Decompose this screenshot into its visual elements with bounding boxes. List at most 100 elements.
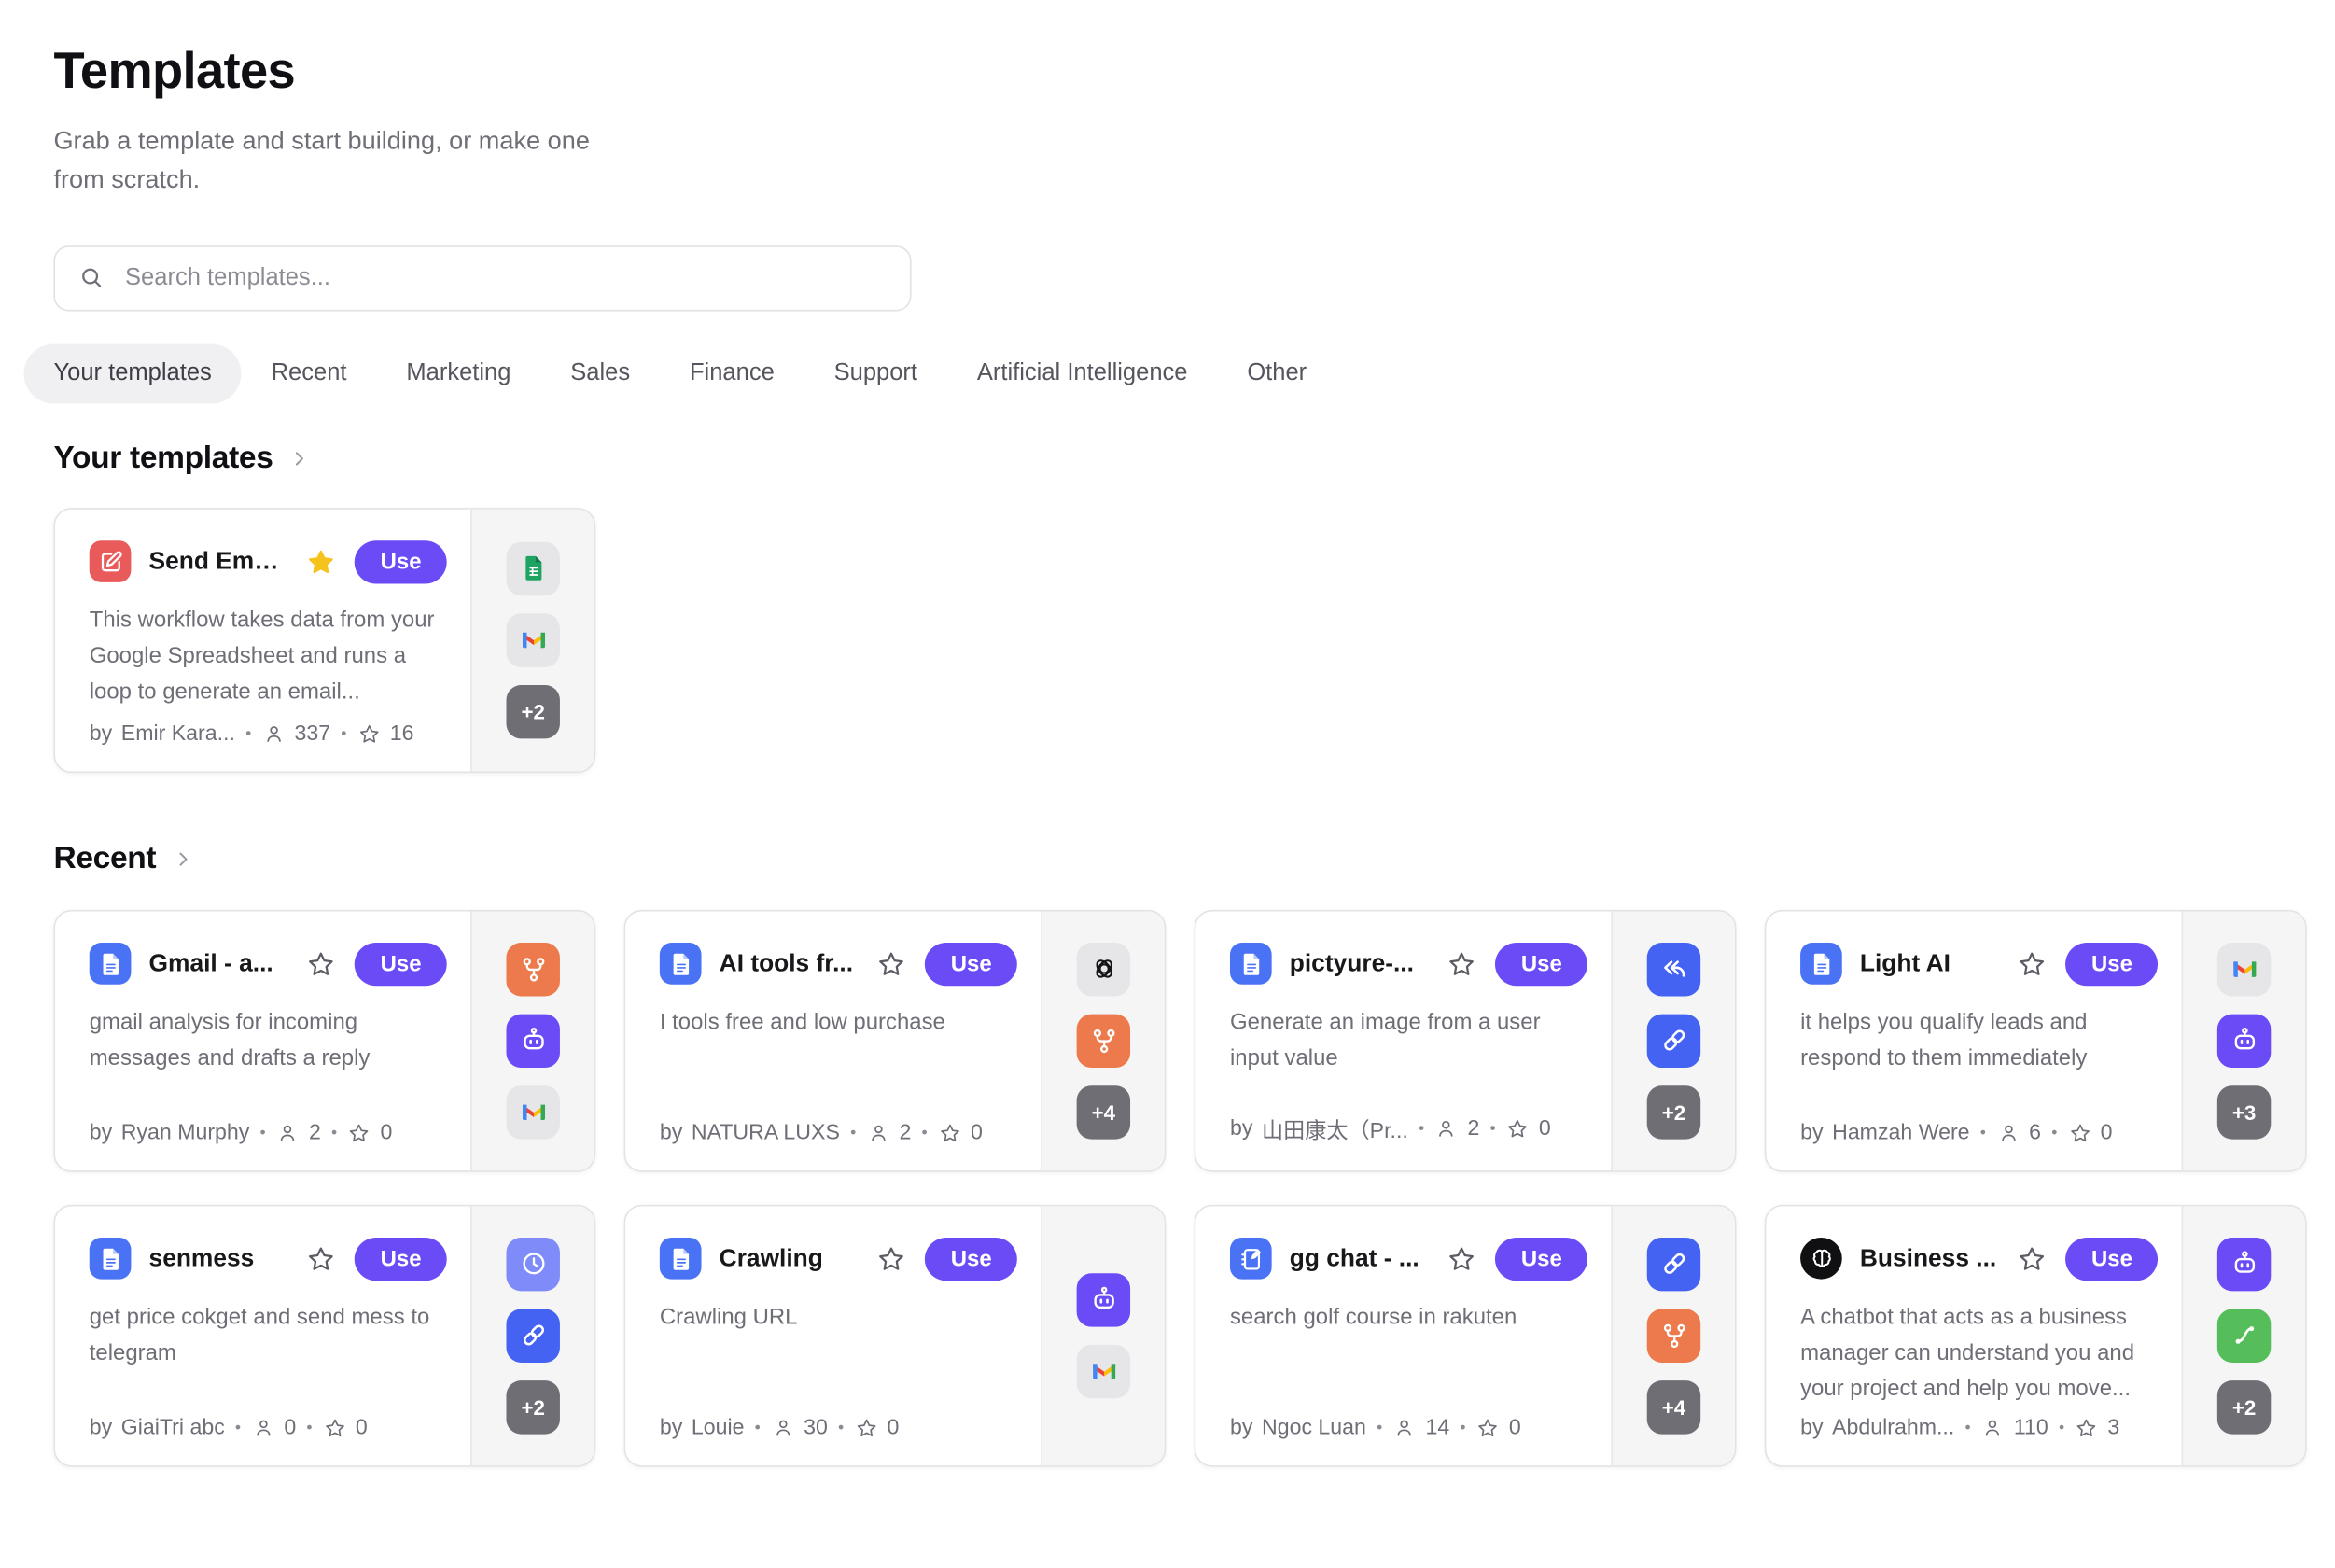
stars-count: 0 bbox=[356, 1416, 368, 1440]
compose-icon bbox=[90, 541, 132, 583]
favorite-star-button[interactable] bbox=[306, 1243, 338, 1275]
star-outline-icon bbox=[347, 1121, 371, 1145]
more-nodes-badge: +3 bbox=[2217, 1085, 2271, 1139]
star-outline-icon bbox=[1447, 1243, 1478, 1275]
tab-marketing[interactable]: Marketing bbox=[406, 360, 510, 387]
card-title: Crawling bbox=[720, 1244, 868, 1272]
search-input[interactable] bbox=[122, 263, 888, 293]
card-footer: by Emir Kara... • 337 • 16 bbox=[90, 721, 447, 746]
favorite-star-button[interactable] bbox=[306, 948, 338, 980]
dot-separator: • bbox=[305, 1419, 314, 1436]
use-button[interactable]: Use bbox=[356, 1237, 447, 1280]
users-icon bbox=[1392, 1416, 1417, 1440]
template-card[interactable]: senmess Use get price cokget and send me… bbox=[53, 1204, 595, 1466]
by-label: by bbox=[1800, 1121, 1823, 1145]
card-title: senmess bbox=[149, 1244, 298, 1272]
dot-separator: • bbox=[244, 725, 252, 743]
by-label: by bbox=[90, 1121, 112, 1145]
card-author: Emir Kara... bbox=[121, 721, 235, 746]
card-author: Louie bbox=[692, 1416, 745, 1440]
tab-other[interactable]: Other bbox=[1247, 360, 1307, 387]
star-outline-icon bbox=[1506, 1117, 1531, 1141]
favorite-star-button[interactable] bbox=[1447, 948, 1478, 980]
ai-agent-icon bbox=[2217, 1014, 2271, 1067]
card-title: Light AI bbox=[1860, 949, 2008, 977]
recent-section-header[interactable]: Recent bbox=[53, 841, 2334, 876]
favorite-star-button[interactable] bbox=[876, 1243, 908, 1275]
ai-agent-icon bbox=[507, 1014, 560, 1067]
by-label: by bbox=[1230, 1416, 1252, 1440]
users-icon bbox=[771, 1416, 795, 1440]
route-icon bbox=[2217, 1309, 2271, 1362]
template-card[interactable]: gg chat - ... Use search golf course in … bbox=[1195, 1204, 1737, 1466]
use-button[interactable]: Use bbox=[926, 1237, 1017, 1280]
users-icon bbox=[1996, 1121, 2020, 1145]
tab-recent[interactable]: Recent bbox=[272, 360, 347, 387]
node-icons-strip bbox=[1041, 1206, 1164, 1465]
card-author: 山田康太（Pr... bbox=[1262, 1113, 1408, 1145]
use-button[interactable]: Use bbox=[1496, 943, 1587, 986]
card-description: search golf course in rakuten bbox=[1230, 1299, 1587, 1335]
schedule-trigger-icon bbox=[507, 1237, 560, 1290]
favorite-star-button[interactable] bbox=[2017, 948, 2048, 980]
use-button[interactable]: Use bbox=[2066, 943, 2158, 986]
tab-your-templates[interactable]: Your templates bbox=[24, 343, 242, 403]
use-button[interactable]: Use bbox=[1496, 1237, 1587, 1280]
gmail-icon bbox=[1077, 1344, 1130, 1397]
card-title: pictyure-... bbox=[1290, 949, 1438, 977]
webhook-icon bbox=[1647, 1237, 1700, 1290]
users-icon bbox=[276, 1121, 301, 1145]
template-card[interactable]: pictyure-... Use Generate an image from … bbox=[1195, 909, 1737, 1171]
dot-separator: • bbox=[329, 1124, 338, 1141]
card-description: Crawling URL bbox=[660, 1299, 1017, 1335]
template-card[interactable]: Crawling Use Crawling URL by Louie • 30 … bbox=[624, 1204, 1167, 1466]
more-nodes-badge: +4 bbox=[1647, 1380, 1700, 1434]
card-title: Business ... bbox=[1860, 1244, 2008, 1272]
template-card[interactable]: Send Ema... Use This workflow takes data… bbox=[53, 508, 595, 773]
users-count: 2 bbox=[1467, 1117, 1479, 1141]
use-button[interactable]: Use bbox=[2066, 1237, 2158, 1280]
tab-finance[interactable]: Finance bbox=[690, 360, 775, 387]
template-card[interactable]: Business ... Use A chatbot that acts as … bbox=[1765, 1204, 2307, 1466]
card-title: Gmail - a... bbox=[149, 949, 298, 977]
card-footer: by NATURA LUXS • 2 • 0 bbox=[660, 1121, 1017, 1145]
use-button[interactable]: Use bbox=[356, 943, 447, 986]
favorite-star-button[interactable] bbox=[2017, 1243, 2048, 1275]
google-sheets-icon bbox=[507, 541, 560, 595]
dot-separator: • bbox=[340, 725, 348, 743]
favorite-star-button[interactable] bbox=[1447, 1243, 1478, 1275]
template-card[interactable]: AI tools fr... Use I tools free and low … bbox=[624, 909, 1167, 1171]
dot-separator: • bbox=[233, 1419, 242, 1436]
node-icons-strip: +4 bbox=[1041, 911, 1164, 1170]
use-button[interactable]: Use bbox=[926, 943, 1017, 986]
favorite-star-button[interactable] bbox=[876, 948, 908, 980]
dot-separator: • bbox=[1978, 1124, 1987, 1141]
users-icon bbox=[866, 1121, 890, 1145]
star-outline-icon bbox=[357, 721, 382, 746]
your-templates-section-header[interactable]: Your templates bbox=[53, 441, 2334, 476]
document-icon bbox=[660, 943, 702, 985]
notebook-icon bbox=[1230, 1238, 1272, 1280]
card-footer: by 山田康太（Pr... • 2 • 0 bbox=[1230, 1113, 1587, 1145]
star-outline-icon bbox=[938, 1121, 962, 1145]
template-card[interactable]: Light AI Use it helps you qualify leads … bbox=[1765, 909, 2307, 1171]
card-footer: by Ngoc Luan • 14 • 0 bbox=[1230, 1416, 1587, 1440]
dot-separator: • bbox=[848, 1124, 857, 1141]
favorite-star-button[interactable] bbox=[306, 546, 338, 578]
star-outline-icon bbox=[1447, 948, 1478, 980]
brain-icon bbox=[1800, 1238, 1842, 1280]
tab-sales[interactable]: Sales bbox=[570, 360, 630, 387]
templates-page: Templates Grab a template and start buil… bbox=[0, 0, 2335, 1568]
use-button[interactable]: Use bbox=[356, 540, 447, 583]
star-outline-icon bbox=[306, 948, 338, 980]
tab-support[interactable]: Support bbox=[834, 360, 917, 387]
by-label: by bbox=[90, 721, 112, 746]
dot-separator: • bbox=[1964, 1419, 1972, 1436]
tab-artificial-intelligence[interactable]: Artificial Intelligence bbox=[977, 360, 1188, 387]
document-icon bbox=[90, 943, 132, 985]
merge-icon bbox=[1647, 1309, 1700, 1362]
dot-separator: • bbox=[1417, 1120, 1425, 1138]
template-card[interactable]: Gmail - a... Use gmail analysis for inco… bbox=[53, 909, 595, 1171]
card-title: AI tools fr... bbox=[720, 949, 868, 977]
webhook-icon bbox=[1647, 1014, 1700, 1067]
